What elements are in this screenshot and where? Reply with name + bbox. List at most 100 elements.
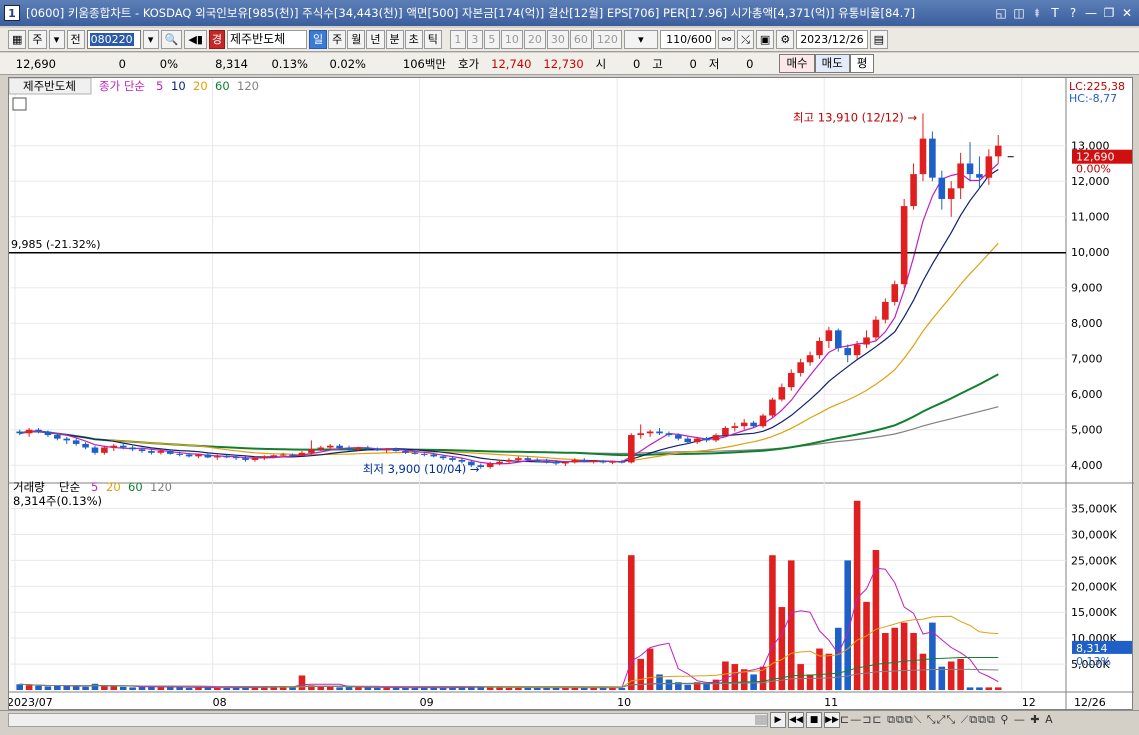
candle-body xyxy=(957,163,964,189)
volume-bar xyxy=(35,685,42,690)
scroll-right-icon[interactable]: ▶ xyxy=(770,712,786,728)
search-icon[interactable]: 🔍 xyxy=(160,30,183,49)
window-control-6[interactable]: ❐ xyxy=(1101,5,1117,21)
volume-current-pct: 0.13% xyxy=(1076,655,1111,668)
volume-tick-label: 35,000K xyxy=(1071,503,1117,516)
stop-icon[interactable]: ■ xyxy=(806,712,822,728)
volume-bar xyxy=(91,683,99,690)
rewind-icon[interactable]: ◀◀ xyxy=(788,712,804,728)
candle-body xyxy=(900,206,908,285)
interval-button-10[interactable]: 10 xyxy=(500,30,523,49)
trade-amount: 106백만 xyxy=(402,56,446,71)
save-icon[interactable]: ▣ xyxy=(755,30,775,49)
settings-icon[interactable]: ⚙ xyxy=(776,30,795,49)
candle-body xyxy=(552,461,560,464)
interval-button-30[interactable]: 30 xyxy=(546,30,569,49)
window-controls: ◱ ◫ ⯒ T? — ❐ ✕ xyxy=(991,5,1135,21)
window-control-2[interactable]: ⯒ xyxy=(1029,5,1045,21)
interval-button-60[interactable]: 60 xyxy=(569,30,592,49)
volume-current-tag-text: 8,314 xyxy=(1076,642,1108,655)
period-tab-5[interactable]: 초 xyxy=(404,30,423,49)
chart-area[interactable]: 13,000 12,000 11,000 10,000 9,000 8,000 7,000 6… xyxy=(7,77,1134,711)
price-tick-label: 9,000 xyxy=(1071,282,1103,295)
window-control-0[interactable]: ◱ xyxy=(993,5,1009,21)
stock-name: 제주반도체 xyxy=(227,30,307,49)
code-dropdown-icon[interactable]: ▾ xyxy=(142,30,159,49)
interval-dropdown[interactable]: ▾ xyxy=(623,30,658,49)
candle-body xyxy=(872,319,880,338)
candle-body xyxy=(251,458,259,460)
period-tab-3[interactable]: 년 xyxy=(366,30,385,49)
volume-bar xyxy=(580,687,588,690)
drawing-tools[interactable]: ⊏—⊐⊏ ⧉⧉⧉⟍ ⤡⤢⤡ ⟋⧉⧉⧉ ⚲ — ✚ A xyxy=(840,713,1054,727)
period-tab-2[interactable]: 월 xyxy=(347,30,366,49)
avg-button[interactable]: 평 xyxy=(849,54,875,73)
period-tab-0[interactable]: 일 xyxy=(309,30,328,49)
volume-bar xyxy=(787,560,795,690)
volume-current-label: 8,314주(0.13%) xyxy=(13,494,102,508)
prev-button[interactable]: 전 xyxy=(66,30,85,49)
interval-button-1[interactable]: 1 xyxy=(449,30,466,49)
window-control-5[interactable]: — xyxy=(1083,5,1099,21)
chart-type-select[interactable]: 주 xyxy=(28,30,47,49)
count-field[interactable]: 110/600 xyxy=(659,30,716,49)
candle-body xyxy=(759,415,767,427)
volume-bar xyxy=(119,686,127,690)
price-tick-label: 11,000 xyxy=(1071,211,1110,224)
calendar-icon[interactable]: ▤ xyxy=(869,30,888,49)
period-tab-6[interactable]: 틱 xyxy=(423,30,442,49)
chart-scrollbar[interactable] xyxy=(8,713,768,727)
date-field[interactable]: 2023/12/26 xyxy=(796,30,868,49)
indicator-icon[interactable]: ⚯ xyxy=(717,30,736,49)
scroll-thumb[interactable] xyxy=(755,715,767,725)
sound-icon[interactable]: ◀▮ xyxy=(184,30,207,49)
candle-body xyxy=(195,454,202,457)
volume-bar xyxy=(44,686,52,690)
volume-bar xyxy=(618,687,626,690)
forward-icon[interactable]: ▶▶ xyxy=(824,712,840,728)
volume-bar xyxy=(910,632,917,690)
interval-button-5[interactable]: 5 xyxy=(483,30,500,49)
stock-chart[interactable]: 13,00012,00011,00010,0009,0008,0007,0006… xyxy=(7,77,1134,711)
price-legend-ma-60: 60 xyxy=(215,79,230,93)
price-legend-ma-5: 5 xyxy=(156,79,163,93)
stock-code-input[interactable]: 080220 xyxy=(86,30,141,49)
window-control-3[interactable]: T xyxy=(1047,5,1063,21)
volume-bar xyxy=(298,675,306,690)
candle-body xyxy=(326,445,334,448)
low-label: 저 xyxy=(708,56,720,71)
volume-bar xyxy=(355,687,362,690)
volume-bar xyxy=(326,686,334,690)
candle-body xyxy=(157,451,165,453)
volume-bar xyxy=(947,661,955,690)
volume-bar xyxy=(364,687,372,690)
candle-body xyxy=(806,355,814,363)
chevron-down-icon[interactable]: ▾ xyxy=(48,30,65,49)
hline-label: 9,985 (-21.32%) xyxy=(11,238,100,251)
candle-body xyxy=(665,433,673,436)
interval-button-20[interactable]: 20 xyxy=(523,30,546,49)
window-control-1[interactable]: ◫ xyxy=(1011,5,1027,21)
window-control-4[interactable]: ? xyxy=(1065,5,1081,21)
period-tab-4[interactable]: 분 xyxy=(385,30,404,49)
interval-button-120[interactable]: 120 xyxy=(592,30,622,49)
grid-icon[interactable]: ▦ xyxy=(8,30,27,49)
volume-bar xyxy=(562,687,569,690)
candle-body xyxy=(533,459,541,461)
price-tick-label: 6,000 xyxy=(1071,388,1103,401)
buy-button[interactable]: 매수 xyxy=(779,54,815,73)
period-tab-1[interactable]: 주 xyxy=(328,30,347,49)
sell-button[interactable]: 매도 xyxy=(814,54,850,73)
interval-button-3[interactable]: 3 xyxy=(466,30,483,49)
candle-body xyxy=(571,459,579,463)
candle-body xyxy=(402,451,409,453)
window-title: [0600] 키움종합차트 - KOSDAQ 외국인보유[985(천)] 주식수… xyxy=(26,6,916,20)
volume-bar xyxy=(825,653,833,690)
open-value: 0 xyxy=(632,56,641,71)
x-tick-label: 2023/07 xyxy=(9,696,53,709)
window-control-7[interactable]: ✕ xyxy=(1119,5,1135,21)
candle-body xyxy=(750,422,757,427)
tool-icon[interactable]: ⤯ xyxy=(737,30,754,49)
volume-bar xyxy=(477,687,485,690)
volume-bar xyxy=(25,685,33,690)
